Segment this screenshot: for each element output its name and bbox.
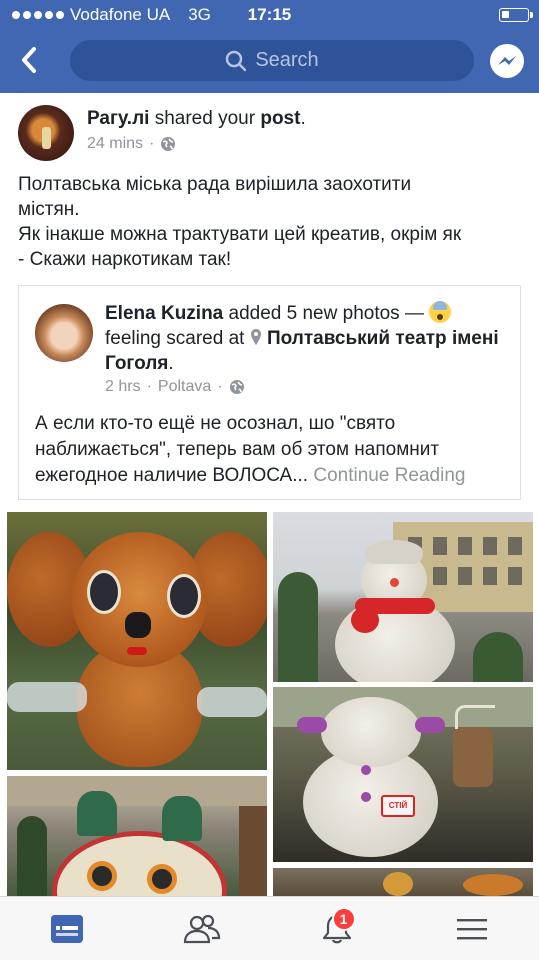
meta-separator: ·: [149, 135, 155, 152]
photo-shape: [147, 864, 177, 894]
photo-shape: [52, 831, 227, 896]
messenger-button[interactable]: [489, 43, 525, 79]
news-feed-icon: [51, 914, 84, 943]
shared-post-text: А если кто-то ещё не осознал, шо "свято …: [35, 411, 515, 489]
photo-shape: [458, 567, 472, 585]
photo-shape: [17, 816, 47, 896]
photo-shape: [127, 647, 147, 655]
photo-shape: [508, 537, 522, 555]
continue-reading-link[interactable]: Continue Reading: [308, 465, 465, 486]
post-time[interactable]: 24 mins: [87, 135, 143, 153]
photo-fifth[interactable]: [273, 868, 533, 896]
post-action-text: shared your: [149, 108, 261, 129]
tab-friend-requests[interactable]: [135, 897, 270, 960]
globe-icon: [161, 137, 176, 151]
post-text-line: Як інакше можна трактувати цей креатив, …: [18, 224, 462, 245]
tab-menu[interactable]: [404, 897, 539, 960]
stop-sign: СТІЙ: [381, 795, 415, 817]
scared-face-icon: [429, 301, 452, 323]
friends-icon: [184, 914, 221, 943]
clock: 17:15: [247, 5, 292, 24]
top-bar: Vodafone UA 3G 17:15 Search: [0, 0, 539, 93]
photo-shape: [390, 578, 399, 587]
photo-snowman-front[interactable]: [273, 512, 533, 682]
photo-shape: [455, 705, 495, 729]
photo-shape: [87, 570, 121, 614]
photo-shape: [278, 572, 318, 682]
photo-shape: [473, 632, 523, 682]
post-object-link[interactable]: post: [260, 108, 300, 129]
photo-shape: [433, 567, 447, 585]
photo-shape: [87, 861, 117, 891]
photo-shape: [458, 537, 472, 555]
tab-news-feed[interactable]: [0, 897, 135, 960]
shared-post-meta: 2 hrs · Poltava ·: [105, 378, 245, 396]
photo-shape: [167, 574, 201, 618]
shared-post-card[interactable]: Elena Kuzina added 5 new photos — feelin…: [18, 285, 521, 500]
shared-location[interactable]: Poltava: [158, 378, 211, 396]
place-suffix: .: [168, 353, 174, 374]
chevron-left-icon: [22, 47, 36, 73]
post-author[interactable]: Рагу.лі: [87, 108, 149, 129]
photo-shape: [361, 765, 371, 775]
tab-bar: 1: [0, 896, 539, 960]
globe-icon: [229, 380, 244, 394]
photo-shape: [361, 792, 371, 802]
shared-action-text: added 5 new photos —: [223, 303, 430, 324]
photo-shape: [383, 872, 413, 896]
shared-post-headline: Elena Kuzina added 5 new photos — feelin…: [105, 301, 505, 376]
post-text-line: Полтавська міська рада вирішила заохотит…: [18, 174, 412, 195]
photo-shape: [453, 727, 493, 787]
photo-snowman-back[interactable]: СТІЙ: [273, 687, 533, 862]
hamburger-icon: [456, 918, 487, 939]
photo-cheburashka[interactable]: [7, 512, 267, 770]
photo-shape: [197, 687, 267, 717]
battery-icon: [499, 8, 533, 22]
photo-shape: [7, 776, 267, 806]
messenger-icon: [490, 44, 524, 78]
location-pin-icon: [250, 329, 261, 345]
meta-separator: ·: [217, 378, 223, 395]
back-button[interactable]: [14, 42, 44, 78]
shared-author[interactable]: Elena Kuzina: [105, 303, 223, 324]
post-action-suffix: .: [300, 108, 306, 129]
photo-shape: [508, 567, 522, 585]
search-icon: [226, 50, 247, 71]
post-meta: 24 mins ·: [87, 135, 176, 153]
post: Рагу.лі shared your post. 24 mins · Полт…: [0, 93, 539, 500]
photo-shape: [125, 612, 151, 638]
photo-shape: [415, 717, 445, 733]
post-text-line: - Скажи наркотикам так!: [18, 249, 232, 270]
post-text: Полтавська міська рада вирішила заохотит…: [0, 168, 539, 272]
photo-shape: [483, 567, 497, 585]
meta-separator: ·: [146, 378, 152, 395]
feeling-text: feeling scared at: [105, 328, 250, 349]
photo-shape: [297, 717, 327, 733]
photo-shape: [351, 607, 379, 633]
notification-badge: 1: [331, 907, 356, 931]
navigation-bar: Search: [0, 30, 539, 93]
search-bar[interactable]: Search: [70, 40, 474, 81]
post-text-line: містян.: [18, 199, 80, 220]
photo-owl[interactable]: [7, 776, 267, 896]
photo-shape: [433, 537, 447, 555]
photo-shape: [7, 682, 87, 712]
search-placeholder: Search: [255, 49, 319, 71]
avatar[interactable]: [18, 105, 74, 161]
tab-notifications[interactable]: 1: [270, 897, 405, 960]
photo-shape: [321, 697, 421, 767]
post-header: Рагу.лі shared your post. 24 mins ·: [0, 93, 539, 168]
photo-shape: [239, 806, 267, 896]
photo-shape: [77, 791, 117, 836]
post-headline: Рагу.лі shared your post.: [87, 108, 306, 130]
photo-shape: [365, 540, 423, 564]
photo-shape: [483, 537, 497, 555]
photo-shape: [463, 874, 523, 896]
status-bar: Vodafone UA 3G 17:15: [0, 0, 539, 30]
photo-grid: СТІЙ: [0, 510, 539, 896]
shared-author-avatar[interactable]: [35, 304, 93, 362]
photo-shape: [162, 796, 202, 841]
shared-time[interactable]: 2 hrs: [105, 378, 141, 396]
